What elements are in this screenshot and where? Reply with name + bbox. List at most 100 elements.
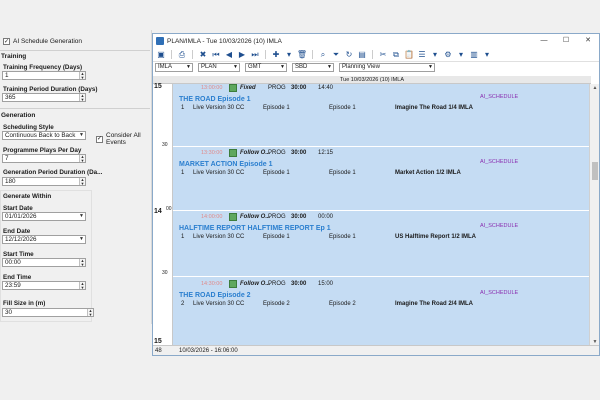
spinner-icon[interactable]: ▲ ▼ xyxy=(79,72,85,79)
event-tag: AI_SCHEDULE xyxy=(480,223,519,229)
event-time: 14:30:00 xyxy=(201,281,223,287)
event-detail-row: 1 Live Version 30 CC Episode 1 Episode 1… xyxy=(181,105,474,111)
trash-icon[interactable]: 🗑 xyxy=(297,50,307,60)
generation-period-input[interactable]: 180 ▲ ▼ xyxy=(2,177,86,186)
event-duration: 30:00 xyxy=(291,281,307,287)
chevron-down-icon[interactable]: ▼ xyxy=(78,213,85,220)
event-mode: Follow O... xyxy=(240,214,271,220)
spinner-icon[interactable]: ▲ ▼ xyxy=(79,155,85,162)
training-period-input[interactable]: 365 ▲ ▼ xyxy=(2,93,86,102)
maximize-icon[interactable]: ☐ xyxy=(555,34,577,48)
checkbox-checked-icon: ✓ xyxy=(3,38,10,45)
sbd-select[interactable]: SBD ▼ xyxy=(292,63,334,72)
minimize-icon[interactable]: — xyxy=(533,34,555,48)
ai-schedule-panel: ✓ AI Schedule Generation Training Traini… xyxy=(0,30,152,324)
event-title[interactable]: HALFTIME REPORT HALFTIME REPORT Ep 1 xyxy=(179,225,331,232)
programme-plays-input[interactable]: 7 ▲ ▼ xyxy=(2,154,86,163)
status-bar: 48 10/03/2026 - 16:06:00 xyxy=(153,345,599,355)
training-section-title: Training xyxy=(1,53,27,60)
hour-label: 15 xyxy=(154,338,162,345)
event-title[interactable]: THE ROAD Episode 2 xyxy=(179,292,251,299)
plan-select[interactable]: PLAN ▼ xyxy=(198,63,240,72)
event-start: 14:40 xyxy=(318,85,334,91)
schedule-event[interactable]: 14:00:00 Follow O... PROG 30:00 00:00 HA… xyxy=(173,211,591,277)
fill-size-input[interactable]: 30 ▲ ▼ xyxy=(2,308,94,317)
refresh-icon[interactable]: ↻ xyxy=(344,50,354,60)
schedule-event[interactable]: 13:30:00 Follow O... PROG 30:00 12:15 MA… xyxy=(173,147,591,211)
event-mode: Fixed xyxy=(240,85,256,91)
event-title[interactable]: THE ROAD Episode 1 xyxy=(179,96,251,103)
list-icon[interactable]: ☰ xyxy=(417,50,427,60)
copy-icon[interactable]: ⧉ xyxy=(391,50,401,60)
event-detail-row: 2 Live Version 30 CC Episode 2 Episode 2… xyxy=(181,301,474,307)
start-time-input[interactable]: 00:00 ▲ ▼ xyxy=(2,258,86,267)
filter-icon[interactable]: ⏷ xyxy=(331,50,341,60)
spinner-icon[interactable]: ▲ ▼ xyxy=(79,259,85,266)
generate-within-label: Generate Within xyxy=(3,193,52,200)
end-time-input[interactable]: 23:59 ▲ ▼ xyxy=(2,281,86,290)
minute-label: 30 xyxy=(162,270,168,276)
toolbar-separator xyxy=(265,50,266,59)
event-type: PROG xyxy=(268,150,286,156)
view-select[interactable]: Planning View ▼ xyxy=(339,63,435,72)
chevron-down-icon: ▼ xyxy=(428,64,433,70)
previous-icon[interactable]: ◀ xyxy=(224,50,234,60)
cut-icon[interactable]: ✂ xyxy=(378,50,388,60)
event-type: PROG xyxy=(268,281,286,287)
event-duration: 30:00 xyxy=(291,150,307,156)
print-icon[interactable]: ⎙ xyxy=(177,50,187,60)
end-date-input[interactable]: 12/12/2026 ▼ xyxy=(2,235,86,244)
event-title[interactable]: MARKET ACTION Episode 1 xyxy=(179,161,272,168)
last-icon[interactable]: ⏭ xyxy=(250,50,260,60)
channel-select[interactable]: IMLA ▼ xyxy=(155,63,193,72)
ai-schedule-generation-checkbox[interactable]: ✓ AI Schedule Generation xyxy=(3,38,82,45)
event-detail-row: 1 Live Version 30 CC Episode 1 Episode 1… xyxy=(181,234,477,240)
window-title: PLAN/IMLA - Tue 10/03/2026 (10) IMLA xyxy=(167,37,282,45)
event-start: 15:00 xyxy=(318,281,334,287)
dropdown-icon[interactable]: ▾ xyxy=(456,50,466,60)
delete-icon[interactable]: ✖ xyxy=(198,50,208,60)
spinner-icon[interactable]: ▲ ▼ xyxy=(79,178,85,185)
event-start: 12:15 xyxy=(318,150,334,156)
timezone-select[interactable]: GMT ▼ xyxy=(245,63,287,72)
dropdown-icon[interactable]: ▾ xyxy=(482,50,492,60)
scrollbar-thumb[interactable] xyxy=(592,162,598,180)
plan-window: PLAN/IMLA - Tue 10/03/2026 (10) IMLA — ☐… xyxy=(152,33,600,356)
close-icon[interactable]: ✕ xyxy=(577,34,599,48)
columns-icon[interactable]: ▥ xyxy=(469,50,479,60)
consider-all-events-checkbox[interactable]: ✓ Consider All Events xyxy=(96,132,151,146)
window-controls: — ☐ ✕ xyxy=(533,34,599,48)
chevron-down-icon: ▼ xyxy=(233,64,238,70)
event-start: 00:00 xyxy=(318,214,334,220)
event-type: PROG xyxy=(268,85,286,91)
save-icon[interactable]: ▣ xyxy=(156,50,166,60)
spinner-icon[interactable]: ▲ ▼ xyxy=(79,282,85,289)
generation-section-title: Generation xyxy=(1,112,36,119)
spinner-icon[interactable]: ▲ ▼ xyxy=(79,94,85,101)
chevron-down-icon[interactable]: ▼ xyxy=(78,236,85,243)
first-icon[interactable]: ⏮ xyxy=(211,50,221,60)
paste-icon[interactable]: 📋 xyxy=(404,50,414,60)
scheduling-style-select[interactable]: Continuous Back to Back ▼ xyxy=(2,131,86,140)
event-mode: Follow O... xyxy=(240,150,271,156)
divider xyxy=(0,50,150,51)
scroll-up-icon[interactable]: ▲ xyxy=(590,85,600,91)
next-icon[interactable]: ▶ xyxy=(237,50,247,60)
event-status-icon xyxy=(229,280,237,288)
vertical-scrollbar[interactable]: ▲ ▼ xyxy=(589,84,599,346)
schedule-event[interactable]: 14:30:00 Follow O... PROG 30:00 15:00 TH… xyxy=(173,277,591,346)
start-date-input[interactable]: 01/01/2026 ▼ xyxy=(2,212,86,221)
add-icon[interactable]: ✚ xyxy=(271,50,281,60)
layout-icon[interactable]: ▤ xyxy=(357,50,367,60)
divider xyxy=(0,108,150,109)
dropdown-icon[interactable]: ▾ xyxy=(284,50,294,60)
event-detail-row: 1 Live Version 30 CC Episode 1 Episode 1… xyxy=(181,170,461,176)
dropdown-icon[interactable]: ▾ xyxy=(430,50,440,60)
search-icon[interactable]: ⌕ xyxy=(318,50,328,60)
training-frequency-input[interactable]: 1 ▲ ▼ xyxy=(2,71,86,80)
gear-icon[interactable]: ⚙ xyxy=(443,50,453,60)
spinner-icon[interactable]: ▲ ▼ xyxy=(87,309,93,316)
start-date-label: Start Date xyxy=(3,205,33,212)
event-tag: AI_SCHEDULE xyxy=(480,290,519,296)
schedule-event[interactable]: 13:00:00 Fixed PROG 30:00 14:40 THE ROAD… xyxy=(173,84,591,147)
